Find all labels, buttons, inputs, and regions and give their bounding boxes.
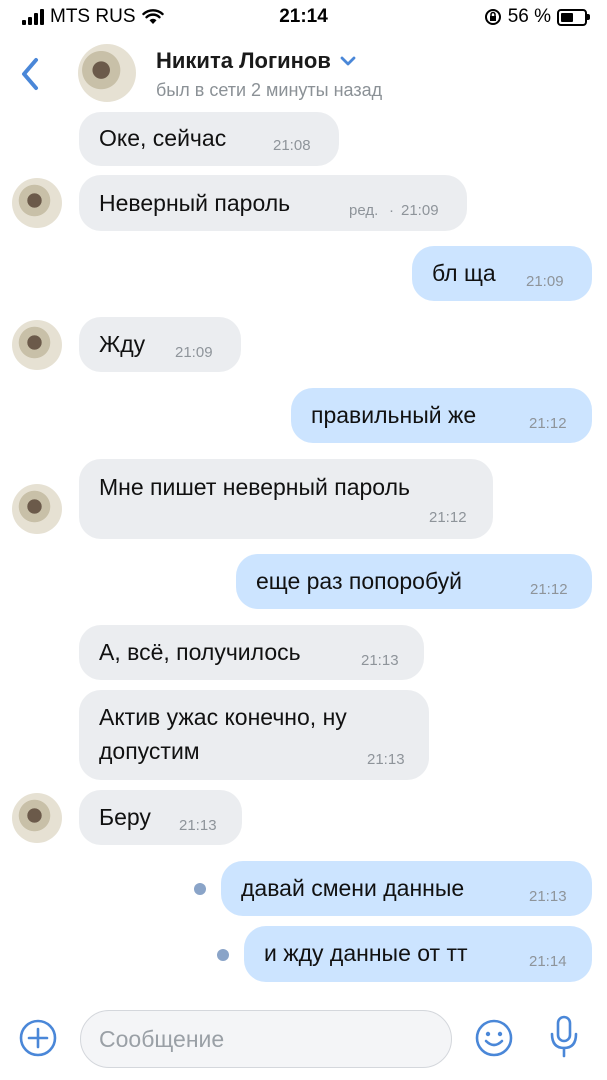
message-outgoing[interactable]: и жду данные от тт 21:14 [244, 926, 592, 982]
message-text: Беру [99, 804, 151, 830]
plus-circle-icon[interactable] [18, 1018, 58, 1058]
avatar[interactable] [12, 178, 62, 228]
orientation-lock-icon [484, 9, 501, 25]
status-right: 56 % [484, 6, 590, 28]
smile-icon[interactable] [474, 1018, 514, 1058]
message-text: и жду данные от тт [264, 940, 468, 966]
message-text: правильный же [311, 402, 477, 428]
message-outgoing[interactable]: еще раз попоробуй 21:12 [236, 554, 592, 609]
contact-name: Никита Логинов [156, 48, 331, 73]
back-chevron-icon[interactable] [16, 54, 46, 94]
message-time: 21:09 [401, 202, 439, 219]
message-time: 21:09 [175, 344, 213, 361]
message-text: Мне пишет неверный пароль [99, 474, 410, 500]
message-text: Оке, сейчас [99, 125, 227, 151]
message-time: 21:09 [526, 273, 564, 290]
message-time: 21:14 [529, 953, 567, 970]
message-time: 21:12 [429, 509, 467, 526]
avatar[interactable] [12, 320, 62, 370]
status-bar: MTS RUS 21:14 56 % [0, 0, 607, 34]
chat-header: Никита Логинов был в сети 2 минуты назад [0, 34, 607, 112]
message-incoming[interactable]: Актив ужас конечно, ну допустим 21:13 [79, 690, 429, 780]
message-time: 21:12 [530, 581, 568, 598]
message-text: еще раз попоробуй [256, 568, 462, 594]
message-incoming[interactable]: Неверный пароль ред. · 21:09 [79, 175, 467, 231]
message-text: бл ща [432, 260, 496, 286]
message-time: 21:12 [529, 415, 567, 432]
separator: · [389, 202, 394, 219]
message-incoming[interactable]: Беру 21:13 [79, 790, 242, 845]
microphone-icon[interactable] [548, 1014, 580, 1060]
message-composer [0, 1000, 607, 1080]
message-time: 21:13 [529, 888, 567, 905]
message-outgoing[interactable]: правильный же 21:12 [291, 388, 592, 443]
message-incoming[interactable]: Жду 21:09 [79, 317, 241, 372]
battery-icon [557, 8, 590, 26]
last-seen-status: был в сети 2 минуты назад [156, 80, 383, 100]
chevron-down-icon [340, 56, 356, 66]
message-incoming[interactable]: Мне пишет неверный пароль 21:12 [79, 459, 493, 539]
battery-percent: 56 % [507, 6, 551, 27]
avatar[interactable] [12, 793, 62, 843]
contact-avatar[interactable] [78, 44, 136, 102]
unread-indicator-icon [217, 949, 229, 961]
message-incoming[interactable]: Оке, сейчас 21:08 [79, 112, 339, 166]
message-text: Жду [99, 331, 146, 357]
message-incoming[interactable]: А, всё, получилось 21:13 [79, 625, 424, 680]
message-text: Неверный пароль [99, 190, 291, 216]
avatar[interactable] [12, 484, 62, 534]
message-outgoing[interactable]: бл ща 21:09 [412, 246, 592, 301]
message-time: 21:13 [367, 751, 405, 768]
contact-name-row[interactable]: Никита Логинов [156, 48, 357, 74]
message-input[interactable] [80, 1010, 452, 1068]
message-time: 21:13 [361, 652, 399, 669]
message-time: 21:13 [179, 817, 217, 834]
message-time: 21:08 [273, 137, 311, 154]
message-text-line1: Актив ужас конечно, ну [99, 704, 347, 730]
message-text: давай смени данные [241, 875, 465, 901]
message-outgoing[interactable]: давай смени данные 21:13 [221, 861, 592, 916]
message-text: А, всё, получилось [99, 639, 301, 665]
message-text-line2: допустим [99, 738, 200, 764]
edited-mark: ред. [349, 202, 379, 219]
unread-indicator-icon [194, 883, 206, 895]
